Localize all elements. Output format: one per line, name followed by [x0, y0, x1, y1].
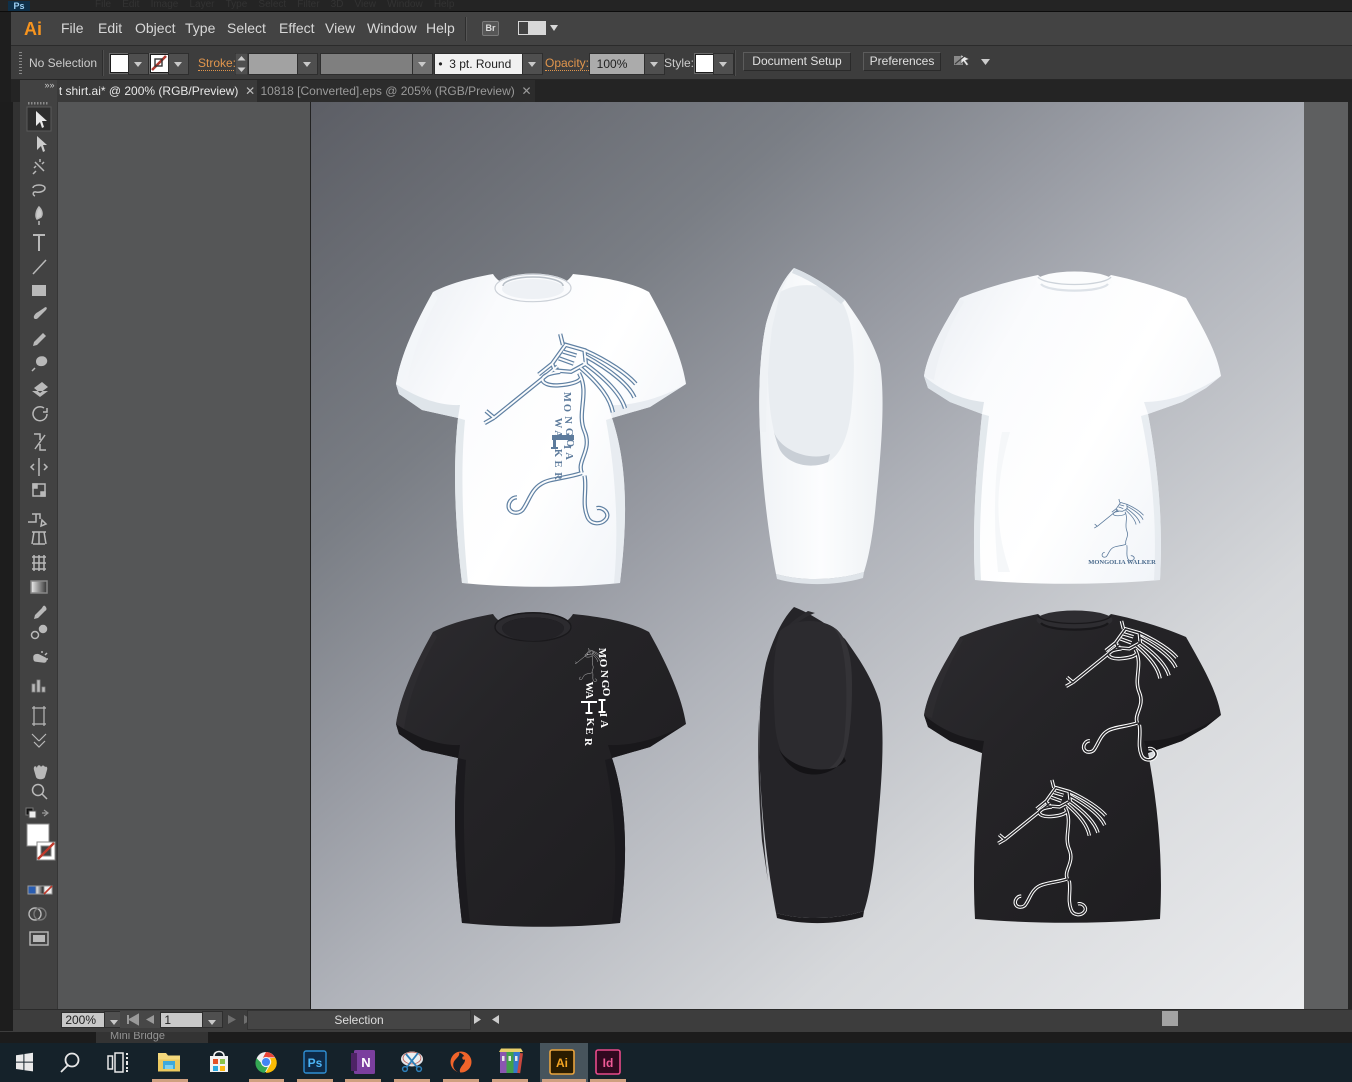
svg-text:Ai: Ai: [556, 1056, 568, 1070]
svg-text:M: M: [596, 648, 608, 659]
svg-text:O: O: [561, 404, 572, 412]
svg-text:N: N: [361, 1055, 370, 1070]
svg-text:R: R: [582, 738, 594, 747]
svg-text:K: K: [552, 449, 563, 458]
svg-text:A: A: [598, 720, 610, 728]
svg-text:W: W: [552, 418, 563, 429]
svg-text:K: K: [584, 718, 596, 727]
svg-text:O: O: [597, 659, 609, 668]
svg-text:A: A: [563, 452, 574, 460]
svg-text:E: E: [552, 460, 563, 467]
svg-text:O: O: [600, 688, 612, 697]
svg-text:N: N: [598, 670, 610, 678]
svg-text:M: M: [561, 392, 572, 402]
svg-text:A: A: [583, 691, 595, 699]
svg-text:E: E: [583, 727, 595, 734]
svg-text:MONGOLIA WALKER: MONGOLIA WALKER: [1088, 559, 1156, 566]
svg-text:Id: Id: [603, 1056, 614, 1070]
svg-text:R: R: [552, 472, 563, 480]
svg-text:Ps: Ps: [308, 1056, 323, 1070]
svg-text:G: G: [563, 428, 574, 436]
svg-text:I: I: [597, 713, 609, 717]
